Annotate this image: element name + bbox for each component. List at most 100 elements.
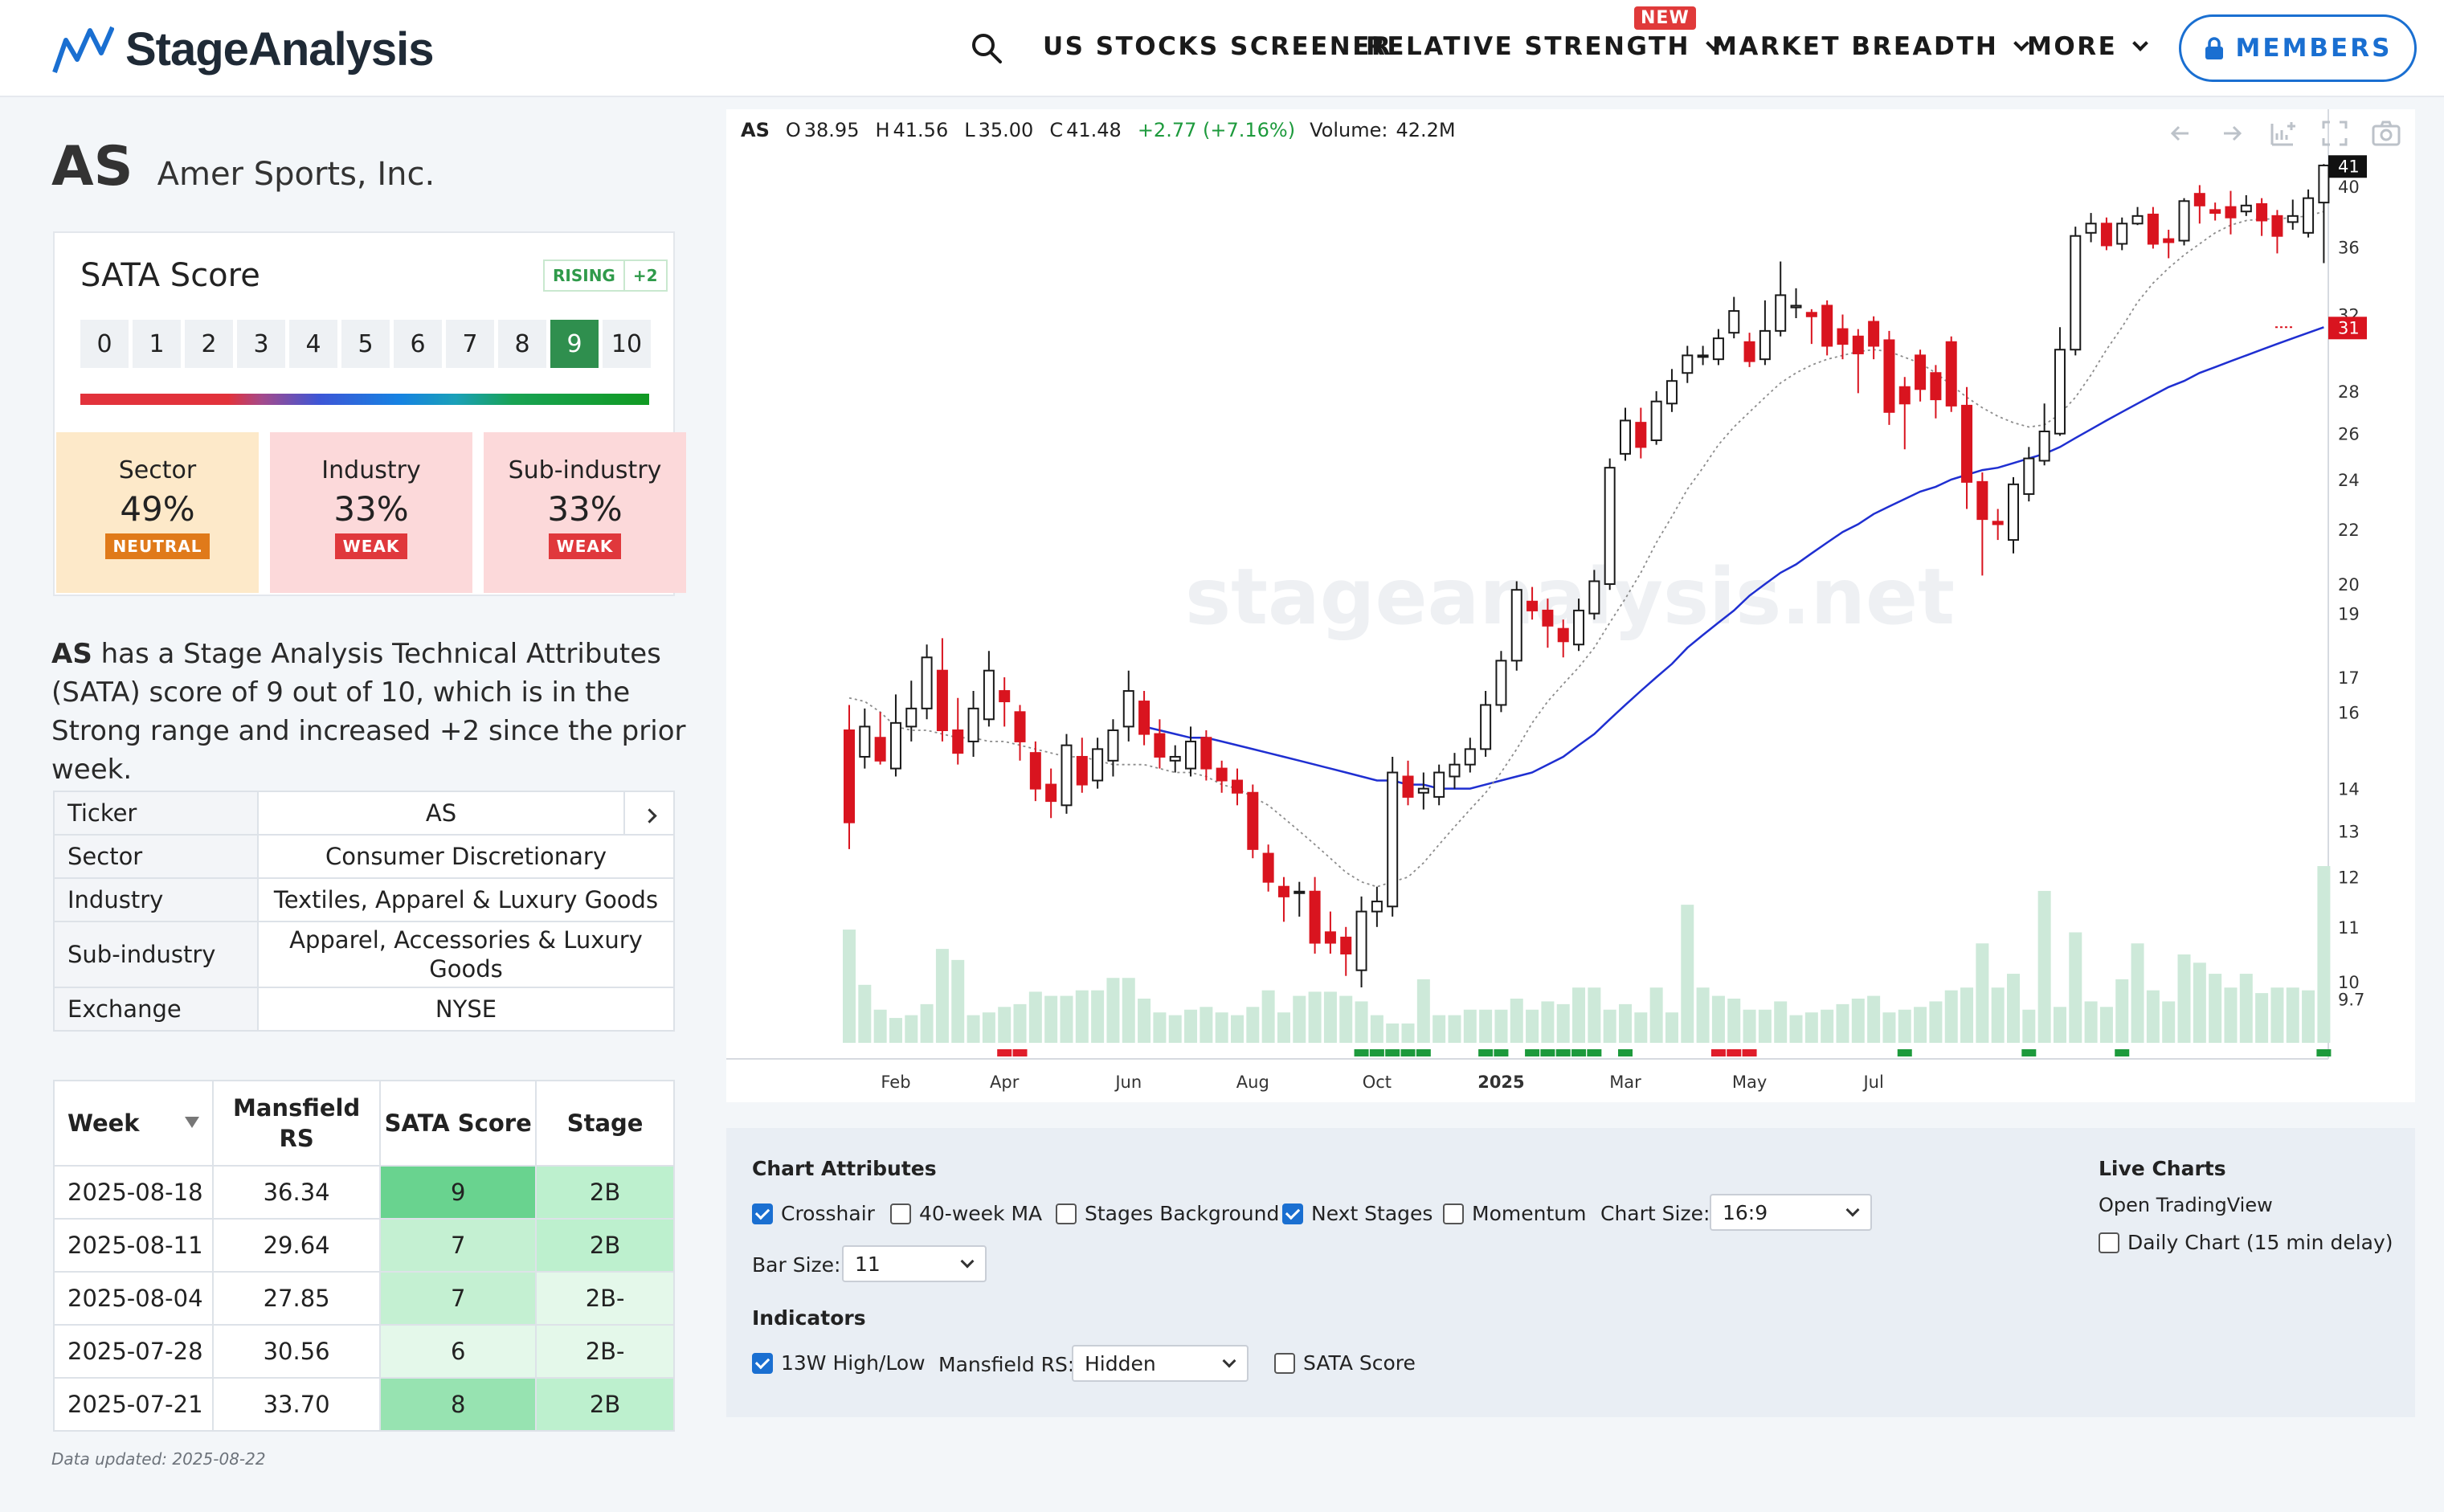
col-week[interactable]: Week — [53, 1080, 214, 1167]
checkbox-box[interactable] — [1274, 1352, 1295, 1374]
members-button[interactable]: MEMBERS — [2179, 14, 2417, 82]
volume-bar — [951, 959, 965, 1043]
score-cell: 7 — [379, 1218, 537, 1273]
bar-size-select[interactable]: 11 — [842, 1245, 987, 1282]
x-tick-label: Aug — [1236, 1073, 1269, 1092]
volume-bar — [1789, 1015, 1803, 1043]
rs-cell: 30.56 — [211, 1324, 382, 1379]
y-tick-label: 17 — [2338, 668, 2360, 688]
volume-bar — [2209, 974, 2222, 1043]
group-name: Industry — [321, 456, 421, 484]
rs-cell: 27.85 — [211, 1271, 382, 1326]
volume-bar — [1510, 999, 1523, 1043]
signal-marker — [1354, 1049, 1369, 1056]
checkbox-box[interactable] — [752, 1352, 773, 1374]
sata-score-checkbox[interactable]: SATA Score — [1274, 1351, 1416, 1375]
arrow-left-icon[interactable] — [2164, 117, 2197, 149]
group-value: 33% — [333, 489, 409, 529]
checkbox-box[interactable] — [890, 1203, 911, 1224]
fullscreen-icon[interactable] — [2319, 117, 2351, 149]
volume-bar — [2224, 987, 2238, 1043]
x-tick-label: May — [1732, 1073, 1767, 1092]
y-tick-label: 36 — [2338, 238, 2360, 257]
candle-body — [1743, 341, 1755, 362]
stages-background-checkbox[interactable]: Stages Background — [1056, 1202, 1279, 1225]
candle-body — [1092, 748, 1104, 782]
candle-body — [1387, 771, 1399, 908]
info-row: Exchange NYSE — [53, 987, 675, 1032]
volume-bar — [1091, 990, 1105, 1043]
candle-body — [1557, 627, 1569, 643]
volume-bar — [2069, 932, 2082, 1043]
price-chart-panel[interactable]: stageanalysis.net 40 36 32 28 26 24 22 20 19 17 16 1… — [726, 109, 2415, 1102]
candle-body — [2303, 197, 2315, 234]
volume-bar — [1323, 991, 1337, 1043]
search-icon[interactable] — [969, 31, 1004, 66]
candle-body — [2070, 235, 2082, 351]
daily-chart-checkbox[interactable]: Daily Chart (15 min delay) — [2099, 1231, 2393, 1254]
candle-body — [1898, 386, 1911, 405]
candlestick-chart[interactable]: stageanalysis.net40363228262422201917161… — [726, 109, 2415, 1102]
volume-bar — [858, 984, 872, 1043]
signal-marker — [1400, 1049, 1416, 1056]
score-cell: 8 — [498, 320, 546, 368]
signal-marker — [1540, 1049, 1555, 1056]
checkbox-box[interactable] — [1443, 1203, 1464, 1224]
candle-body — [1200, 737, 1212, 770]
nav-relative-strength[interactable]: RELATIVE STRENGTH — [1366, 32, 1722, 61]
checkbox-box[interactable] — [1056, 1203, 1077, 1224]
week-cell: 2025-08-11 — [53, 1218, 214, 1273]
nav-us-stocks-screener[interactable]: US STOCKS SCREENER — [1043, 32, 1392, 61]
signal-marker — [1710, 1049, 1726, 1056]
volume-bar — [905, 1015, 918, 1043]
trend-badge: RISING +2 — [543, 259, 668, 292]
group-strength-box: Sub-industry 33% WEAK — [484, 432, 686, 593]
candle-body — [1883, 339, 1895, 413]
camera-icon[interactable] — [2370, 117, 2402, 149]
momentum-checkbox[interactable]: Momentum — [1443, 1202, 1586, 1225]
col-stage[interactable]: Stage — [535, 1080, 675, 1167]
col-mansfield-rs[interactable]: Mansfield RS — [211, 1080, 382, 1167]
candle-body — [1837, 328, 1849, 345]
bar-size-label: Bar Size: — [752, 1253, 841, 1277]
candle-body — [1697, 354, 1709, 358]
crosshair-checkbox[interactable]: Crosshair — [752, 1202, 875, 1225]
stage-cell: 2B- — [535, 1324, 675, 1379]
mansfield-rs-select[interactable]: Hidden — [1072, 1345, 1249, 1382]
volume-bar — [982, 1012, 995, 1043]
checkbox-box[interactable] — [1282, 1203, 1303, 1224]
candle-body — [999, 690, 1011, 703]
volume-bar — [2193, 962, 2206, 1043]
logo[interactable]: StageAnalysis — [51, 22, 435, 76]
signal-marker — [1618, 1049, 1633, 1056]
ticker-next-button[interactable] — [623, 791, 675, 836]
open-tradingview-link[interactable]: Open TradingView — [2099, 1194, 2273, 1216]
candle-body — [1945, 341, 1957, 407]
signal-marker — [1494, 1049, 1509, 1056]
next-stages-checkbox[interactable]: Next Stages — [1282, 1202, 1432, 1225]
candle-body — [1324, 931, 1336, 944]
40-week-ma-checkbox[interactable]: 40-week MA — [890, 1202, 1042, 1225]
13w-high-low-checkbox[interactable]: 13W High/Low — [752, 1351, 926, 1375]
volume-bar — [1416, 979, 1430, 1043]
live-charts-title: Live Charts — [2099, 1157, 2226, 1180]
nav-more[interactable]: MORE — [2027, 32, 2149, 61]
candle-body — [1510, 589, 1522, 662]
candle-body — [1122, 690, 1134, 728]
chart-size-select[interactable]: 16:9 — [1710, 1194, 1872, 1231]
ticker-info-table: Ticker AS Sector Consumer Discretionary Indu… — [53, 791, 675, 1032]
col-sata-score[interactable]: SATA Score — [379, 1080, 537, 1167]
sata-score-card: SATA Score RISING +2 0 1 2 3 4 5 6 7 8 9 10 Sector… — [53, 231, 686, 596]
nav-market-breadth[interactable]: MARKET BREADTH — [1712, 32, 2030, 61]
ticker-title: AS Amer Sports, Inc. — [51, 135, 435, 198]
arrow-right-icon[interactable] — [2216, 117, 2248, 149]
volume-bar — [1494, 1009, 1508, 1043]
checkbox-box[interactable] — [2099, 1232, 2119, 1253]
checkbox-box[interactable] — [752, 1203, 773, 1224]
add-indicator-icon[interactable] — [2267, 117, 2299, 149]
volume-bar — [1804, 1012, 1818, 1043]
candle-body — [1930, 372, 1942, 401]
info-value: Apparel, Accessories & Luxury Goods — [257, 921, 675, 988]
volume-bar — [1944, 990, 1958, 1043]
volume-bar — [2053, 1007, 2066, 1043]
